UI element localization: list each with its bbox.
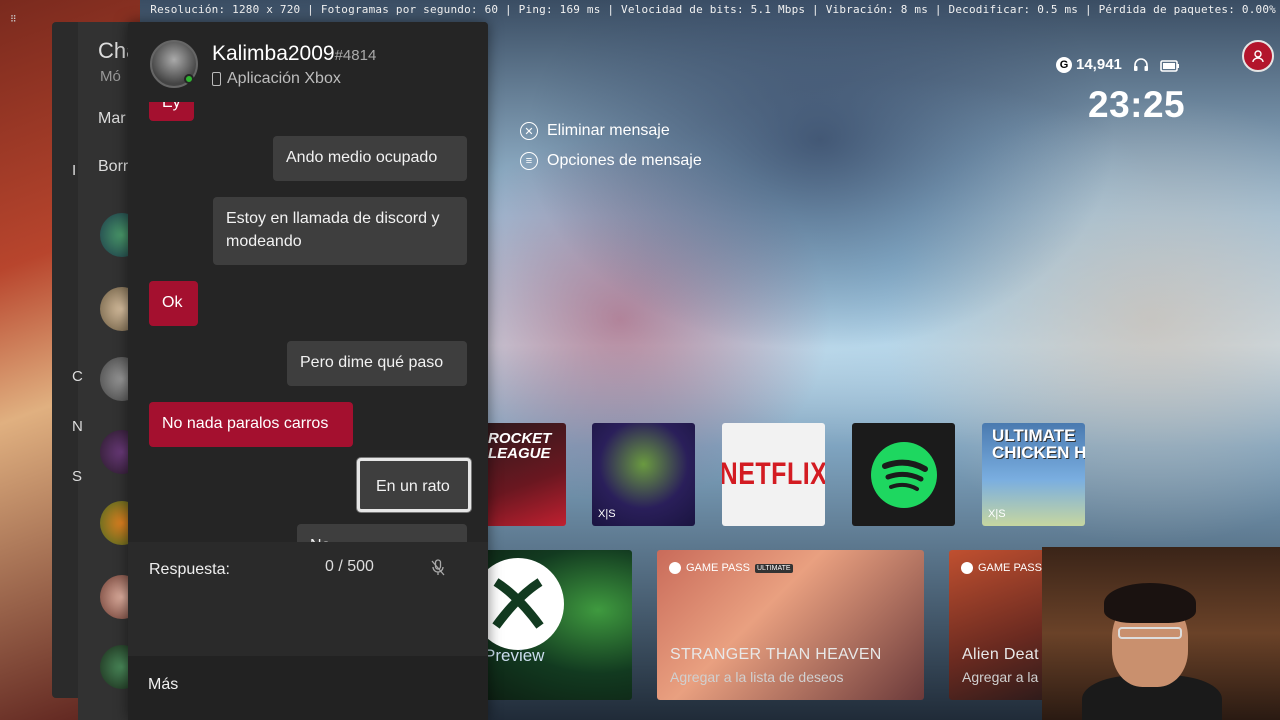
user-icon — [1252, 50, 1264, 63]
gamerscore: G 14,941 — [1056, 56, 1122, 73]
x-button-icon: ✕ — [520, 122, 538, 140]
stream-stats-bar: Resolución: 1280 x 720 | Fotogramas por … — [150, 3, 1276, 16]
message-bubble-sent-focused[interactable]: En un rato — [357, 458, 471, 512]
xbox-small-icon — [669, 562, 681, 574]
profile-icon[interactable] — [1242, 40, 1274, 72]
friends-section-letter: C — [72, 368, 83, 385]
card-stranger-than-heaven[interactable]: GAME PASS ULTIMATE STRANGER THAN HEAVEN … — [657, 550, 924, 700]
message-bubble-sent[interactable]: Pero dime qué paso — [287, 341, 467, 386]
reply-area: Respuesta: 0 / 500 Más — [128, 542, 488, 720]
more-button[interactable]: Más — [128, 656, 488, 720]
delete-message-option[interactable]: ✕ Eliminar mensaje — [520, 116, 702, 146]
headset-icon — [1134, 58, 1148, 71]
friends-section-letter: N — [72, 418, 83, 435]
xbox-small-icon — [961, 562, 973, 574]
chat-platform: Aplicación Xbox — [212, 70, 341, 88]
chat-platform-label: Aplicación Xbox — [227, 70, 341, 87]
controller-battery-icon — [1160, 60, 1179, 72]
message-bubble-received[interactable]: No nada paralos carros — [149, 402, 353, 447]
friends-menu-item-delete[interactable]: Borr — [98, 158, 128, 176]
gamerscore-value: 14,941 — [1076, 56, 1122, 73]
friends-section-letter: S — [72, 468, 83, 485]
chat-header: Kalimba2009#4814 Aplicación Xbox — [128, 22, 488, 102]
netflix-logo: NETFLIX — [722, 456, 825, 492]
tile-dragon-ball[interactable]: X|S — [592, 423, 695, 526]
card-alien-name: Alien Deat — [962, 646, 1039, 663]
reply-label: Respuesta: — [149, 561, 230, 578]
game-pass-badge: GAME PASS — [961, 562, 1042, 574]
message-options-option[interactable]: ≡ Opciones de mensaje — [520, 146, 702, 176]
xs-badge: X|S — [988, 508, 1006, 520]
friends-menu-item-mark[interactable]: Mar — [98, 110, 126, 128]
message-options-label: Opciones de mensaje — [547, 152, 702, 169]
rocket-league-logo: ROCKET LEAGUE — [488, 430, 552, 462]
mic-muted-icon[interactable] — [430, 559, 446, 577]
ultimate-label: ULTIMATE — [754, 563, 793, 573]
more-label: Más — [148, 676, 179, 693]
spotify-icon — [870, 441, 937, 508]
message-bubble-sent[interactable]: Ando medio ocupado — [273, 136, 467, 181]
webcam-overlay — [1042, 547, 1280, 720]
clock: 23:25 — [1088, 84, 1186, 125]
chat-username: Kalimba2009 — [212, 42, 335, 65]
card-stranger-name: STRANGER THAN HEAVEN — [670, 646, 882, 663]
tile-ultimate-chicken-horse[interactable]: ULTIMATE CHICKEN HORSE X|S — [982, 423, 1085, 526]
webcam-person-glasses — [1118, 627, 1182, 639]
message-options-hint: ✕ Eliminar mensaje ≡ Opciones de mensaje — [520, 116, 702, 176]
card-preview-title: Preview — [484, 646, 545, 665]
card-alien-sub: Agregar a la — [962, 669, 1039, 685]
reply-char-count: 0 / 500 — [325, 558, 374, 575]
xs-badge: X|S — [598, 508, 616, 520]
tile-spotify[interactable] — [852, 423, 955, 526]
webcam-person-hair — [1104, 583, 1196, 623]
drag-handle-icon[interactable]: ⠿ — [10, 14, 17, 25]
message-bubble-received[interactable]: Ok — [149, 281, 198, 326]
phone-icon — [212, 72, 221, 86]
game-pass-label: GAME PASS — [686, 562, 750, 574]
game-pass-badge: GAME PASS ULTIMATE — [669, 562, 793, 574]
chat-contact-name: Kalimba2009#4814 — [212, 42, 376, 66]
chat-gamertag-suffix: #4814 — [334, 47, 377, 64]
chat-panel: Ey Ando medio ocupado Estoy en llamada d… — [128, 22, 488, 720]
delete-message-label: Eliminar mensaje — [547, 122, 670, 139]
reply-input[interactable] — [128, 598, 488, 656]
online-status-icon — [184, 74, 194, 84]
menu-button-icon: ≡ — [520, 152, 538, 170]
card-stranger-sub: Agregar a la lista de deseos — [670, 669, 844, 685]
message-bubble-sent[interactable]: Estoy en llamada de discord y modeando — [213, 197, 467, 265]
game-pass-label: GAME PASS — [978, 562, 1042, 574]
gamerscore-icon: G — [1056, 56, 1072, 73]
ultimate-chicken-horse-logo: ULTIMATE CHICKEN HORSE — [992, 426, 1085, 462]
tile-netflix[interactable]: NETFLIX — [722, 423, 825, 526]
friends-subtitle: Mó — [100, 68, 121, 85]
friends-section-letter: I — [72, 162, 77, 179]
